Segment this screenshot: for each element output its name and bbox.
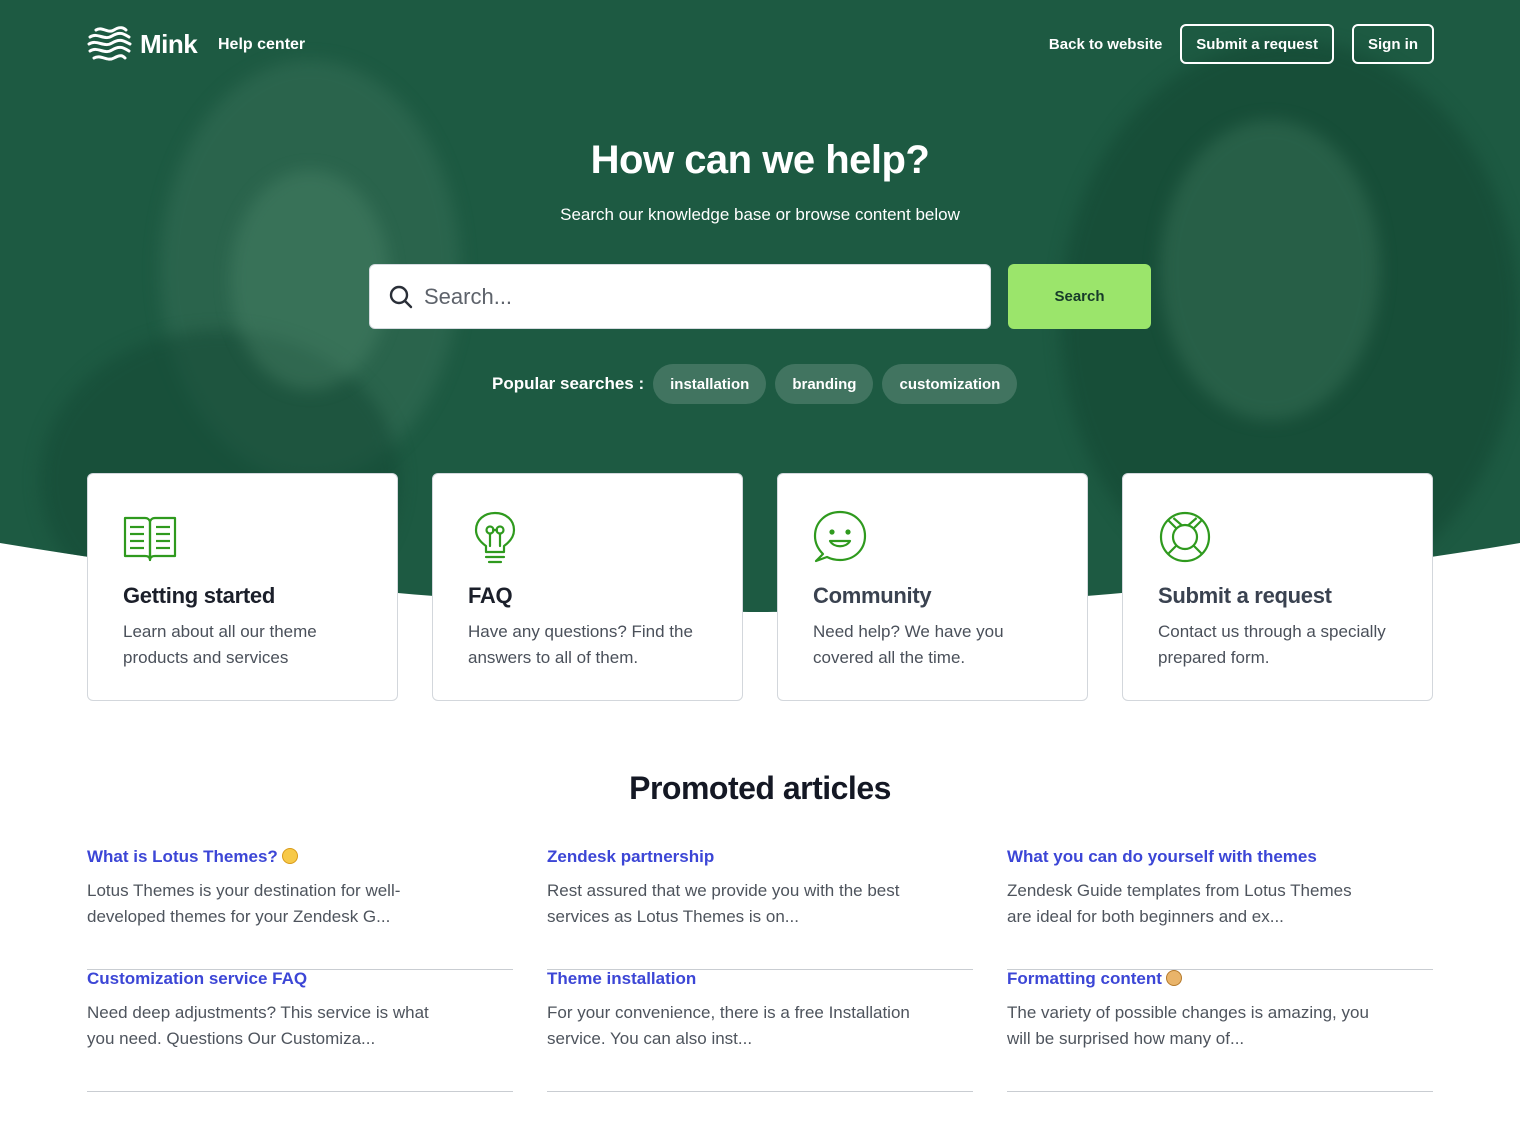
card-title: Getting started	[123, 583, 275, 608]
category-card-getting-started[interactable]: Getting started Learn about all our them…	[87, 473, 398, 701]
article-title-link[interactable]: Theme installation	[547, 969, 973, 989]
waves-logo-icon	[87, 26, 132, 61]
article-title-link[interactable]: What is Lotus Themes?	[87, 847, 513, 867]
card-description: Contact us through a specially prepared …	[1158, 622, 1386, 667]
sign-in-button[interactable]: Sign in	[1352, 24, 1434, 64]
category-card-community[interactable]: Community Need help? We have you covered…	[777, 473, 1088, 701]
article-excerpt: Zendesk Guide templates from Lotus Theme…	[1007, 881, 1352, 926]
card-description: Have any questions? Find the answers to …	[468, 622, 693, 667]
header-nav: Back to website Submit a request Sign in	[1049, 24, 1434, 64]
promoted-articles-title: Promoted articles	[629, 770, 891, 806]
popular-searches-label: Popular searches :	[492, 374, 645, 393]
article-title-text: Formatting content	[1007, 969, 1162, 988]
chat-bubble-icon	[813, 510, 867, 563]
help-center-label[interactable]: Help center	[218, 36, 305, 54]
palette-emoji-icon	[1165, 970, 1182, 986]
category-card-faq[interactable]: FAQ Have any questions? Find the answers…	[432, 473, 743, 701]
card-description: Need help? We have you covered all the t…	[813, 622, 1004, 667]
card-description: Learn about all our theme products and s…	[123, 622, 317, 667]
article-excerpt: Rest assured that we provide you with th…	[547, 881, 900, 926]
article-excerpt: Lotus Themes is your destination for wel…	[87, 881, 401, 926]
category-card-submit-request[interactable]: Submit a request Contact us through a sp…	[1122, 473, 1433, 701]
search-button[interactable]: Search	[1008, 264, 1151, 329]
popular-search-chip[interactable]: customization	[882, 364, 1018, 404]
promoted-article: Formatting content The variety of possib…	[1007, 969, 1433, 1092]
search-box	[369, 264, 991, 329]
hero-title: How can we help?	[590, 138, 930, 182]
search-input[interactable]	[424, 283, 964, 310]
card-title: Submit a request	[1158, 583, 1332, 608]
brand-name: Mink	[140, 28, 198, 59]
promoted-article: Zendesk partnership Rest assured that we…	[547, 847, 973, 970]
lifebuoy-icon	[1159, 511, 1211, 563]
promoted-article: Customization service FAQ Need deep adju…	[87, 969, 513, 1092]
site-header: Mink Help center Back to website Submit …	[0, 0, 1520, 90]
popular-search-chip[interactable]: installation	[653, 364, 767, 404]
article-title-text: What is Lotus Themes?	[87, 847, 278, 866]
article-title-link[interactable]: Customization service FAQ	[87, 969, 513, 989]
popular-search-chip[interactable]: branding	[775, 364, 874, 404]
lightbulb-icon	[474, 511, 516, 564]
article-excerpt: Need deep adjustments? This service is w…	[87, 1003, 429, 1048]
promoted-article: Theme installation For your convenience,…	[547, 969, 973, 1092]
article-title-link[interactable]: Formatting content	[1007, 969, 1433, 989]
submit-request-button[interactable]: Submit a request	[1180, 24, 1334, 64]
search-icon	[389, 285, 413, 308]
article-title-link[interactable]: What you can do yourself with themes	[1007, 847, 1433, 867]
promoted-article: What is Lotus Themes? Lotus Themes is yo…	[87, 847, 513, 970]
hero-photo-shape	[230, 170, 390, 390]
hero-subtitle: Search our knowledge base or browse cont…	[560, 205, 960, 224]
back-to-website-link[interactable]: Back to website	[1049, 36, 1162, 53]
open-book-icon	[123, 516, 177, 562]
promoted-article: What you can do yourself with themes Zen…	[1007, 847, 1433, 970]
article-excerpt: For your convenience, there is a free In…	[547, 1003, 910, 1048]
article-title-link[interactable]: Zendesk partnership	[547, 847, 973, 867]
popular-searches: Popular searches : installation branding…	[492, 364, 1026, 404]
smiling-face-emoji-icon	[281, 848, 298, 864]
card-title: Community	[813, 583, 932, 608]
article-excerpt: The variety of possible changes is amazi…	[1007, 1003, 1369, 1048]
card-title: FAQ	[468, 583, 513, 608]
logo-link[interactable]: Mink	[86, 22, 198, 66]
